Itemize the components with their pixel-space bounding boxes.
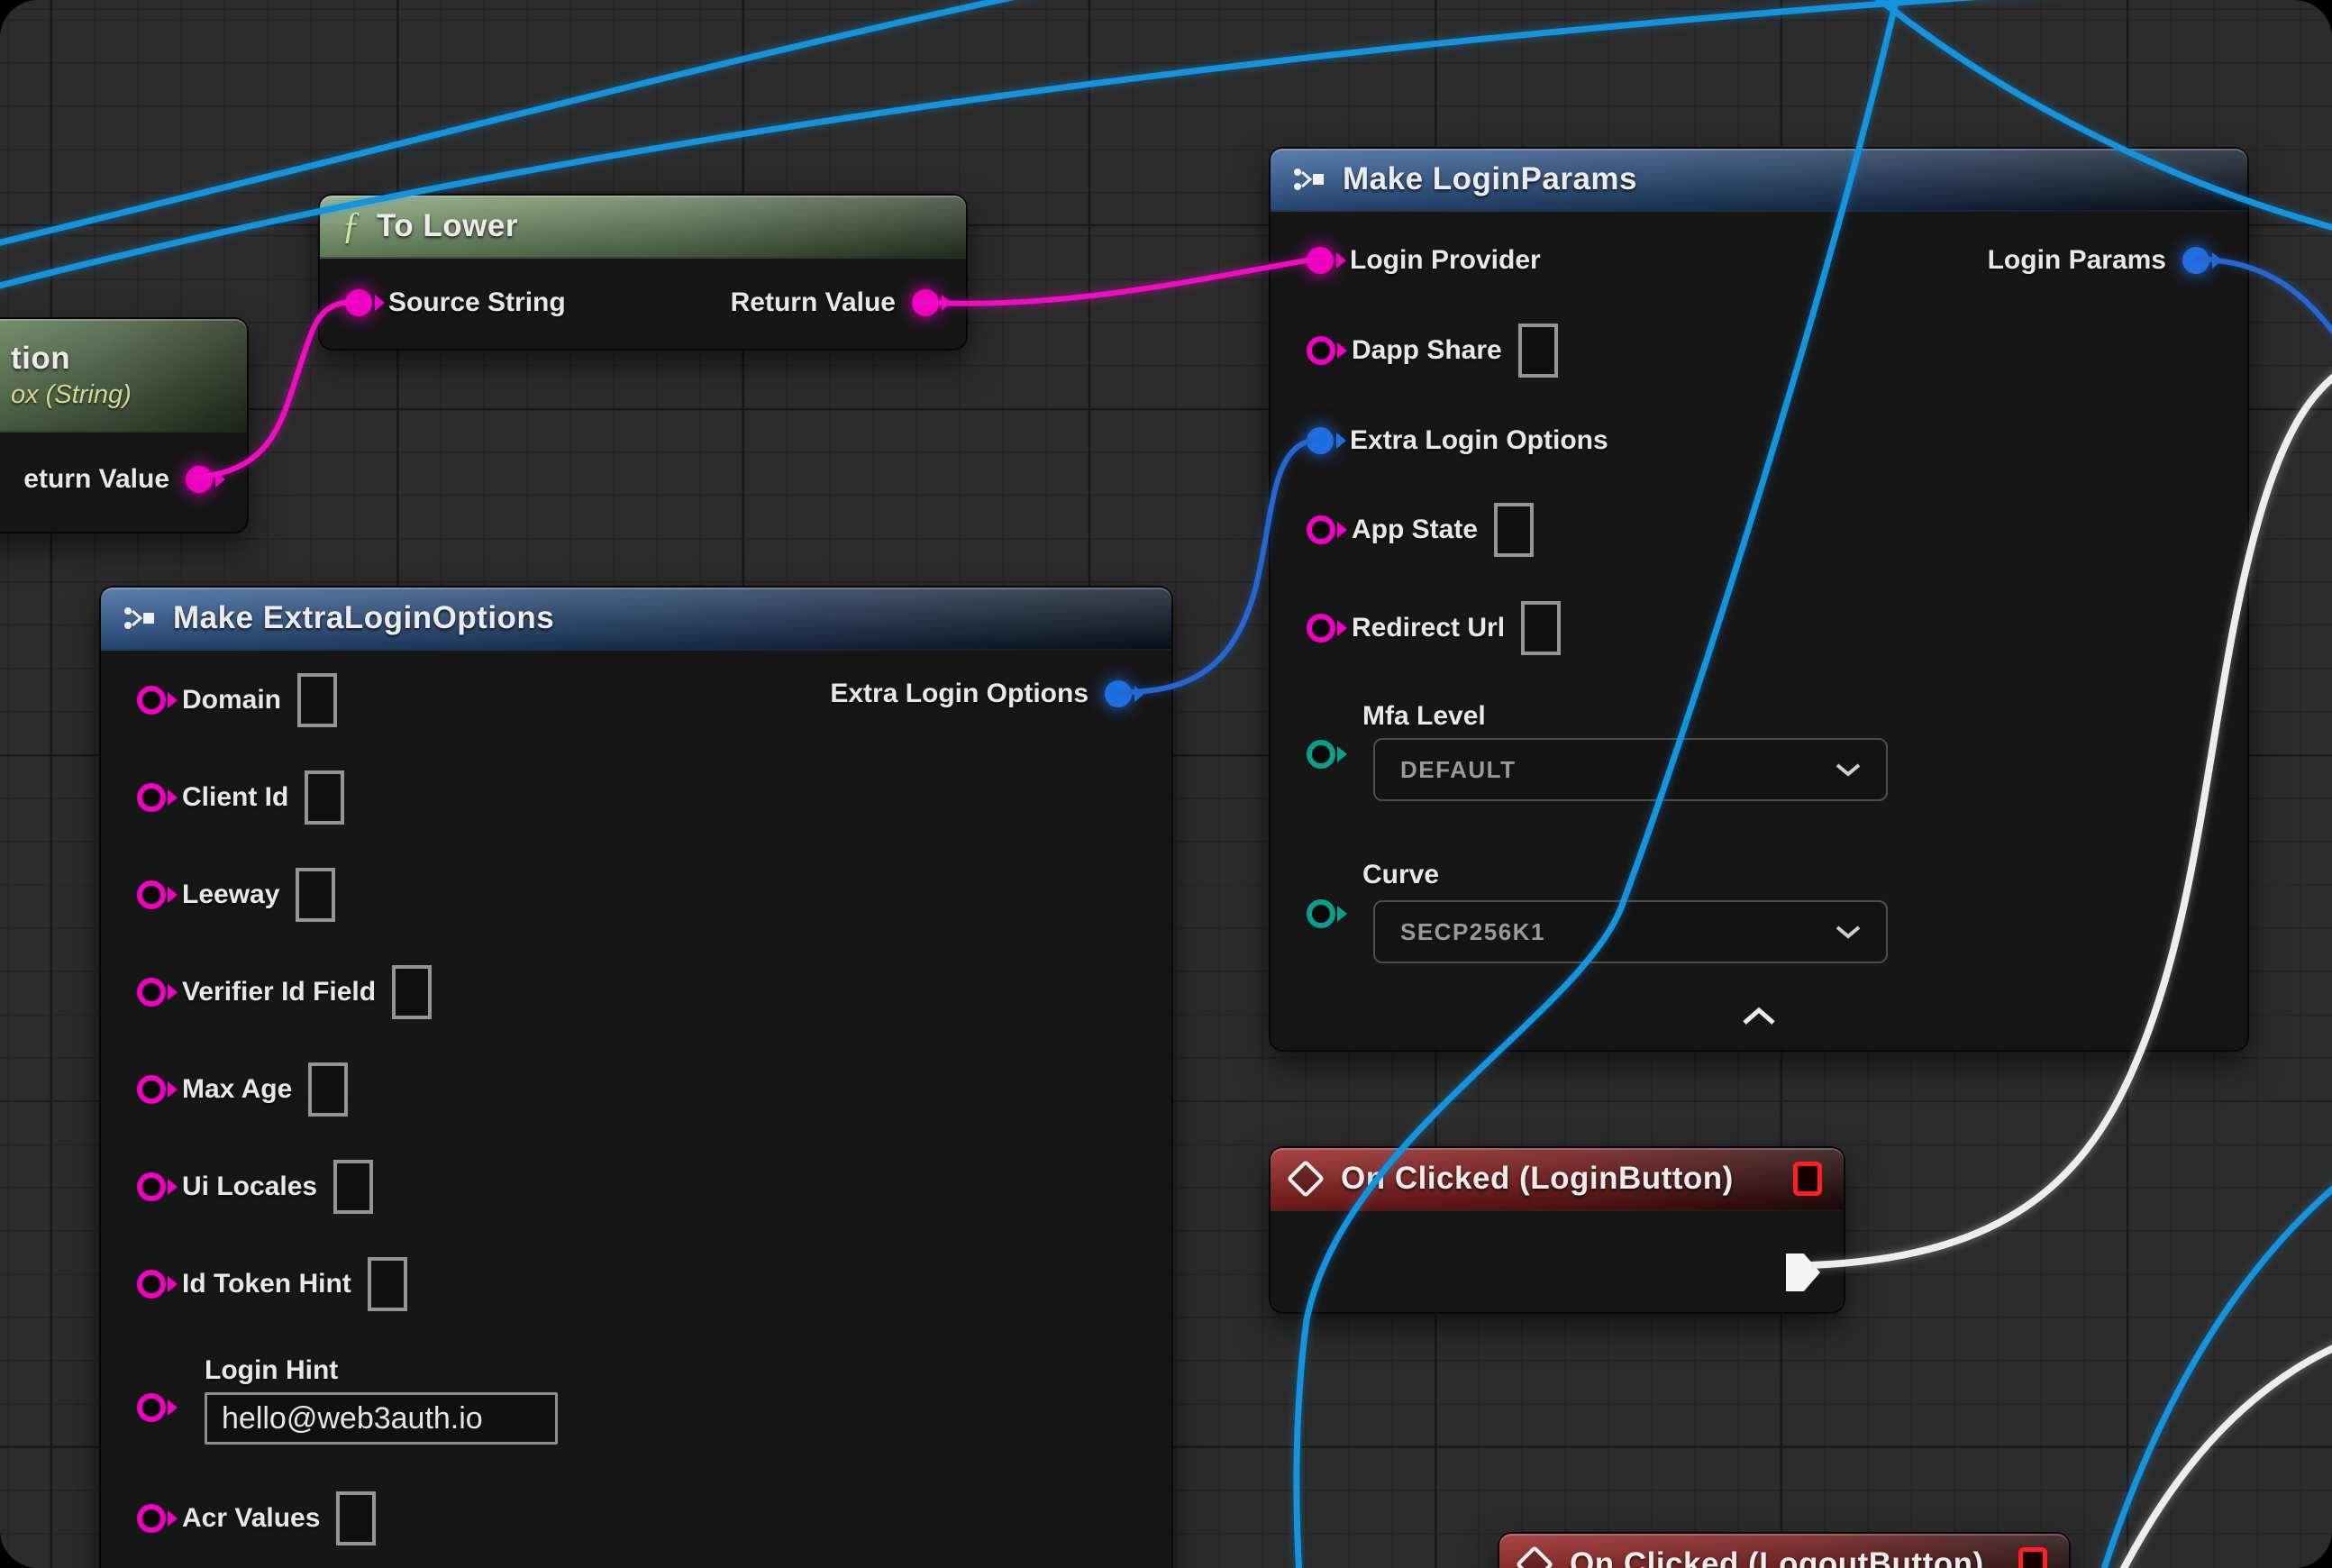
input-pin-verifier-id-field[interactable] <box>137 978 166 1007</box>
dapp-share-checkbox[interactable] <box>1518 324 1558 378</box>
make-struct-icon <box>1292 164 1326 195</box>
node-on-clicked-logoutbutton[interactable]: On Clicked (LogoutButton) <box>1498 1532 2071 1568</box>
login-hint-label: Login Hint <box>205 1355 338 1386</box>
input-pin-acr-values[interactable] <box>137 1504 166 1533</box>
pin-label-id-token-hint: Id Token Hint <box>182 1269 351 1299</box>
input-pin-domain[interactable] <box>137 686 166 715</box>
input-pin-source-string[interactable] <box>345 289 372 316</box>
input-pin-id-token-hint[interactable] <box>137 1270 166 1299</box>
node-subtitle: ox (String) <box>11 380 132 410</box>
chevron-down-icon <box>1836 925 1861 939</box>
pin-label-extra-login-options: Extra Login Options <box>1350 425 1608 456</box>
curve-label: Curve <box>1362 860 1439 890</box>
id-token-hint-checkbox[interactable] <box>368 1257 407 1311</box>
pin-label-max-age: Max Age <box>182 1074 292 1105</box>
node-title: tion <box>11 341 70 377</box>
pin-label-return-value: eturn Value <box>23 464 169 495</box>
output-pin-extra-login-options[interactable] <box>1105 680 1132 707</box>
input-pin-app-state[interactable] <box>1307 515 1335 544</box>
chevron-down-icon <box>1836 762 1861 777</box>
output-pin-return-value[interactable] <box>186 466 213 493</box>
acr-values-checkbox[interactable] <box>336 1491 376 1545</box>
input-pin-redirect-url[interactable] <box>1307 614 1335 643</box>
collapse-node-button[interactable] <box>1741 1007 1777 1031</box>
function-icon: ƒ <box>342 205 360 248</box>
mfa-level-value: DEFAULT <box>1400 756 1516 784</box>
redirect-url-checkbox[interactable] <box>1521 601 1561 655</box>
input-pin-ui-locales[interactable] <box>137 1172 166 1201</box>
output-pin-return-value[interactable] <box>912 289 939 316</box>
event-diamond-icon <box>1287 1160 1325 1198</box>
max-age-checkbox[interactable] <box>308 1062 348 1117</box>
node-make-extraloginoptions[interactable]: Make ExtraLoginOptions Extra Login Optio… <box>99 586 1173 1568</box>
login-hint-input[interactable] <box>205 1392 558 1445</box>
node-title: On Clicked (LogoutButton) <box>1570 1546 1984 1568</box>
verifier-id-field-checkbox[interactable] <box>392 965 432 1019</box>
pin-label-app-state: App State <box>1352 515 1478 545</box>
mfa-level-label: Mfa Level <box>1362 701 1486 732</box>
chevron-up-icon <box>1741 1007 1777 1026</box>
event-diamond-icon <box>1516 1545 1553 1568</box>
input-pin-mfa-level[interactable] <box>1307 740 1335 769</box>
domain-checkbox[interactable] <box>297 673 337 727</box>
curve-dropdown[interactable]: SECP256K1 <box>1373 900 1888 963</box>
pin-label-login-params: Login Params <box>1988 245 2166 276</box>
wire-exec-bottomright[interactable] <box>2119 1338 2332 1568</box>
exec-output-pin[interactable] <box>1786 1253 1820 1291</box>
input-pin-login-provider[interactable] <box>1307 247 1334 274</box>
input-pin-login-hint[interactable] <box>137 1393 166 1422</box>
curve-value: SECP256K1 <box>1400 918 1545 946</box>
node-title: Make ExtraLoginOptions <box>173 600 554 636</box>
pin-label-source-string: Source String <box>388 287 566 318</box>
input-pin-dapp-share[interactable] <box>1307 336 1335 365</box>
pin-label-login-provider: Login Provider <box>1350 245 1541 276</box>
make-struct-icon <box>123 603 157 634</box>
pin-label-redirect-url: Redirect Url <box>1352 613 1505 643</box>
pin-label-dapp-share: Dapp Share <box>1352 335 1502 366</box>
leeway-checkbox[interactable] <box>296 868 335 922</box>
wire-blue-bottomright[interactable] <box>2101 1171 2332 1568</box>
ui-locales-checkbox[interactable] <box>333 1160 373 1214</box>
delegate-square-icon[interactable] <box>2018 1547 2047 1568</box>
pin-label-client-id: Client Id <box>182 782 288 813</box>
node-textbox-partial[interactable]: tion ox (String) eturn Value <box>0 317 249 533</box>
pin-label-return-value: Return Value <box>731 287 896 318</box>
mfa-level-dropdown[interactable]: DEFAULT <box>1373 738 1888 801</box>
pin-label-ui-locales: Ui Locales <box>182 1171 317 1202</box>
blueprint-editor: tion ox (String) eturn Value ƒ To Lower … <box>0 0 2332 1568</box>
input-pin-curve[interactable] <box>1307 899 1335 928</box>
input-pin-leeway[interactable] <box>137 880 166 909</box>
output-pin-login-params[interactable] <box>2182 247 2209 274</box>
node-title: To Lower <box>377 208 518 244</box>
node-title: On Clicked (LoginButton) <box>1341 1161 1734 1197</box>
client-id-checkbox[interactable] <box>305 770 344 825</box>
delegate-square-icon[interactable] <box>1793 1162 1822 1196</box>
wire-tolower-to-loginprovider[interactable] <box>915 260 1311 304</box>
pin-label-leeway: Leeway <box>182 880 279 910</box>
node-to-lower[interactable]: ƒ To Lower Source String Return Value <box>318 194 968 351</box>
blueprint-graph-canvas[interactable]: tion ox (String) eturn Value ƒ To Lower … <box>0 0 2332 1568</box>
input-pin-client-id[interactable] <box>137 783 166 812</box>
input-pin-max-age[interactable] <box>137 1075 166 1104</box>
pin-label-extra-login-options-out: Extra Login Options <box>830 679 1089 709</box>
pin-label-verifier-id-field: Verifier Id Field <box>182 977 376 1007</box>
node-make-loginparams[interactable]: Make LoginParams Login Provider Login Pa… <box>1269 147 2249 1052</box>
pin-label-acr-values: Acr Values <box>182 1503 320 1534</box>
node-title: Make LoginParams <box>1343 161 1637 197</box>
input-pin-extra-login-options[interactable] <box>1307 427 1334 454</box>
app-state-checkbox[interactable] <box>1494 503 1534 557</box>
node-on-clicked-loginbutton[interactable]: On Clicked (LoginButton) <box>1269 1146 1845 1314</box>
pin-label-domain: Domain <box>182 685 281 716</box>
